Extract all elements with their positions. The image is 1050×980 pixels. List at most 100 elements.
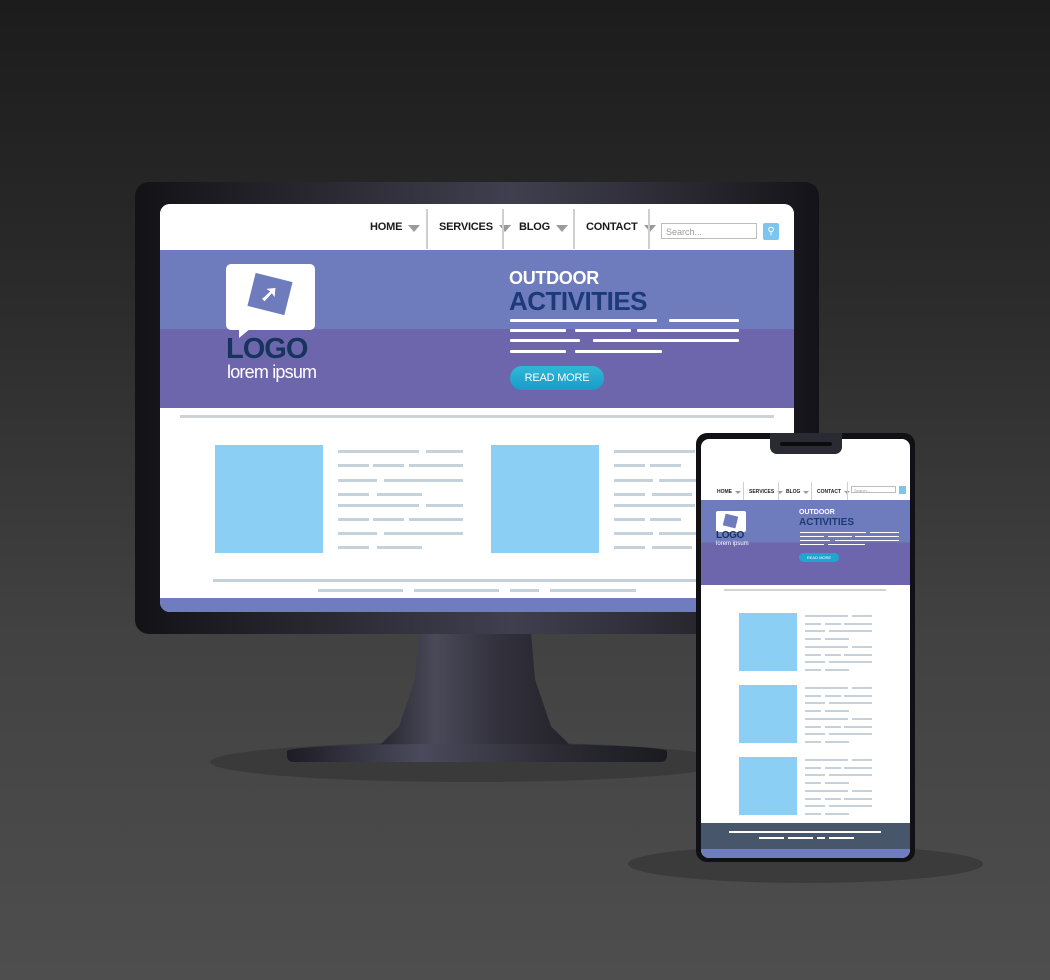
image-placeholder[interactable] xyxy=(739,685,797,743)
footer-link-line[interactable] xyxy=(817,837,825,839)
text-line xyxy=(805,638,821,641)
text-line xyxy=(805,653,821,656)
footer-link-line[interactable] xyxy=(788,837,813,839)
footer-link-line[interactable] xyxy=(550,589,636,592)
hero-text-line xyxy=(593,339,739,342)
search-button[interactable] xyxy=(899,486,906,494)
nav-divider xyxy=(502,209,504,249)
search-input[interactable]: Search... xyxy=(661,223,757,239)
text-line xyxy=(852,717,872,720)
nav-label: CONTACT xyxy=(586,221,638,233)
hero-text-line xyxy=(575,350,662,353)
nav-item-home[interactable]: HOME xyxy=(717,483,741,501)
text-line xyxy=(829,630,872,633)
text-line xyxy=(805,812,821,815)
text-line xyxy=(650,518,681,521)
nav-item-home[interactable]: HOME xyxy=(370,204,421,250)
image-placeholder[interactable] xyxy=(739,757,797,815)
text-line xyxy=(805,668,821,671)
text-line xyxy=(614,450,695,453)
text-line xyxy=(614,546,645,549)
hero-text-line xyxy=(828,544,865,545)
text-line xyxy=(805,759,848,761)
read-more-button[interactable]: READ MORE xyxy=(799,553,839,562)
text-line xyxy=(805,725,821,728)
logo-text[interactable]: LOGO xyxy=(716,530,744,541)
nav-divider xyxy=(811,482,812,502)
text-line xyxy=(852,615,872,617)
footer-link-line[interactable] xyxy=(318,589,403,592)
footer-link-line[interactable] xyxy=(829,837,854,839)
text-line xyxy=(829,805,872,808)
nav-item-contact[interactable]: CONTACT xyxy=(817,483,851,501)
hero-text-line xyxy=(800,532,866,533)
hero-supertitle: OUTDOOR xyxy=(799,509,835,516)
text-line xyxy=(805,805,825,808)
text-line xyxy=(426,450,463,453)
text-line xyxy=(377,546,422,549)
nav-divider xyxy=(573,209,575,249)
text-line xyxy=(652,493,692,496)
chevron-down-icon xyxy=(735,490,741,494)
text-line xyxy=(825,725,841,728)
hero-text-line xyxy=(510,319,657,322)
text-line xyxy=(825,622,841,625)
nav-label: BLOG xyxy=(519,221,550,233)
text-line xyxy=(805,622,821,625)
monitor-stand-base xyxy=(287,744,667,762)
text-line xyxy=(844,797,872,800)
text-line xyxy=(338,532,377,535)
hero-text-line xyxy=(800,536,824,537)
text-line xyxy=(614,518,645,521)
text-line xyxy=(825,694,841,697)
hero-text-line xyxy=(510,350,566,353)
footer-line xyxy=(213,579,713,582)
text-line xyxy=(614,479,653,482)
text-line xyxy=(852,789,872,792)
nav-divider xyxy=(778,482,779,502)
text-line xyxy=(805,702,825,705)
text-line xyxy=(805,615,848,617)
text-line xyxy=(614,464,645,467)
text-line xyxy=(805,733,825,736)
text-line xyxy=(825,668,849,671)
text-line xyxy=(825,782,849,785)
hero-text-line xyxy=(828,536,852,537)
chevron-down-icon xyxy=(498,224,511,232)
logo-speech-bubble: ➚ xyxy=(226,264,315,330)
text-line xyxy=(805,766,821,769)
nav-divider xyxy=(743,482,744,502)
image-placeholder[interactable] xyxy=(491,445,599,553)
text-line xyxy=(338,464,369,467)
nav-item-blog[interactable]: BLOG xyxy=(519,204,568,250)
text-line xyxy=(805,710,821,713)
footer-link-line[interactable] xyxy=(759,837,784,839)
text-line xyxy=(825,653,841,656)
text-line xyxy=(825,797,841,800)
search-button[interactable]: ⚲ xyxy=(763,223,779,240)
text-line xyxy=(377,493,422,496)
footer-link-line[interactable] xyxy=(414,589,499,592)
search-input[interactable]: Search... xyxy=(851,486,896,493)
text-line xyxy=(829,702,872,705)
text-line xyxy=(338,546,369,549)
text-line xyxy=(373,464,404,467)
image-placeholder[interactable] xyxy=(739,613,797,671)
text-line xyxy=(659,532,699,535)
logo-subtext: lorem ipsum xyxy=(227,362,317,382)
text-line xyxy=(338,504,419,507)
text-line xyxy=(844,725,872,728)
image-placeholder[interactable] xyxy=(215,445,323,553)
logo-text[interactable]: LOGO xyxy=(226,334,308,364)
text-line xyxy=(614,532,653,535)
text-line xyxy=(805,789,848,792)
read-more-button[interactable]: READ MORE xyxy=(510,366,604,390)
nav-item-services[interactable]: SERVICES xyxy=(439,204,511,250)
nav-item-contact[interactable]: CONTACT xyxy=(586,204,656,250)
nav-item-blog[interactable]: BLOG xyxy=(786,483,810,501)
hero-text-line xyxy=(855,536,899,537)
hero-text-line xyxy=(637,329,739,332)
text-line xyxy=(829,733,872,736)
footer-link-line[interactable] xyxy=(510,589,539,592)
text-line xyxy=(805,782,821,785)
